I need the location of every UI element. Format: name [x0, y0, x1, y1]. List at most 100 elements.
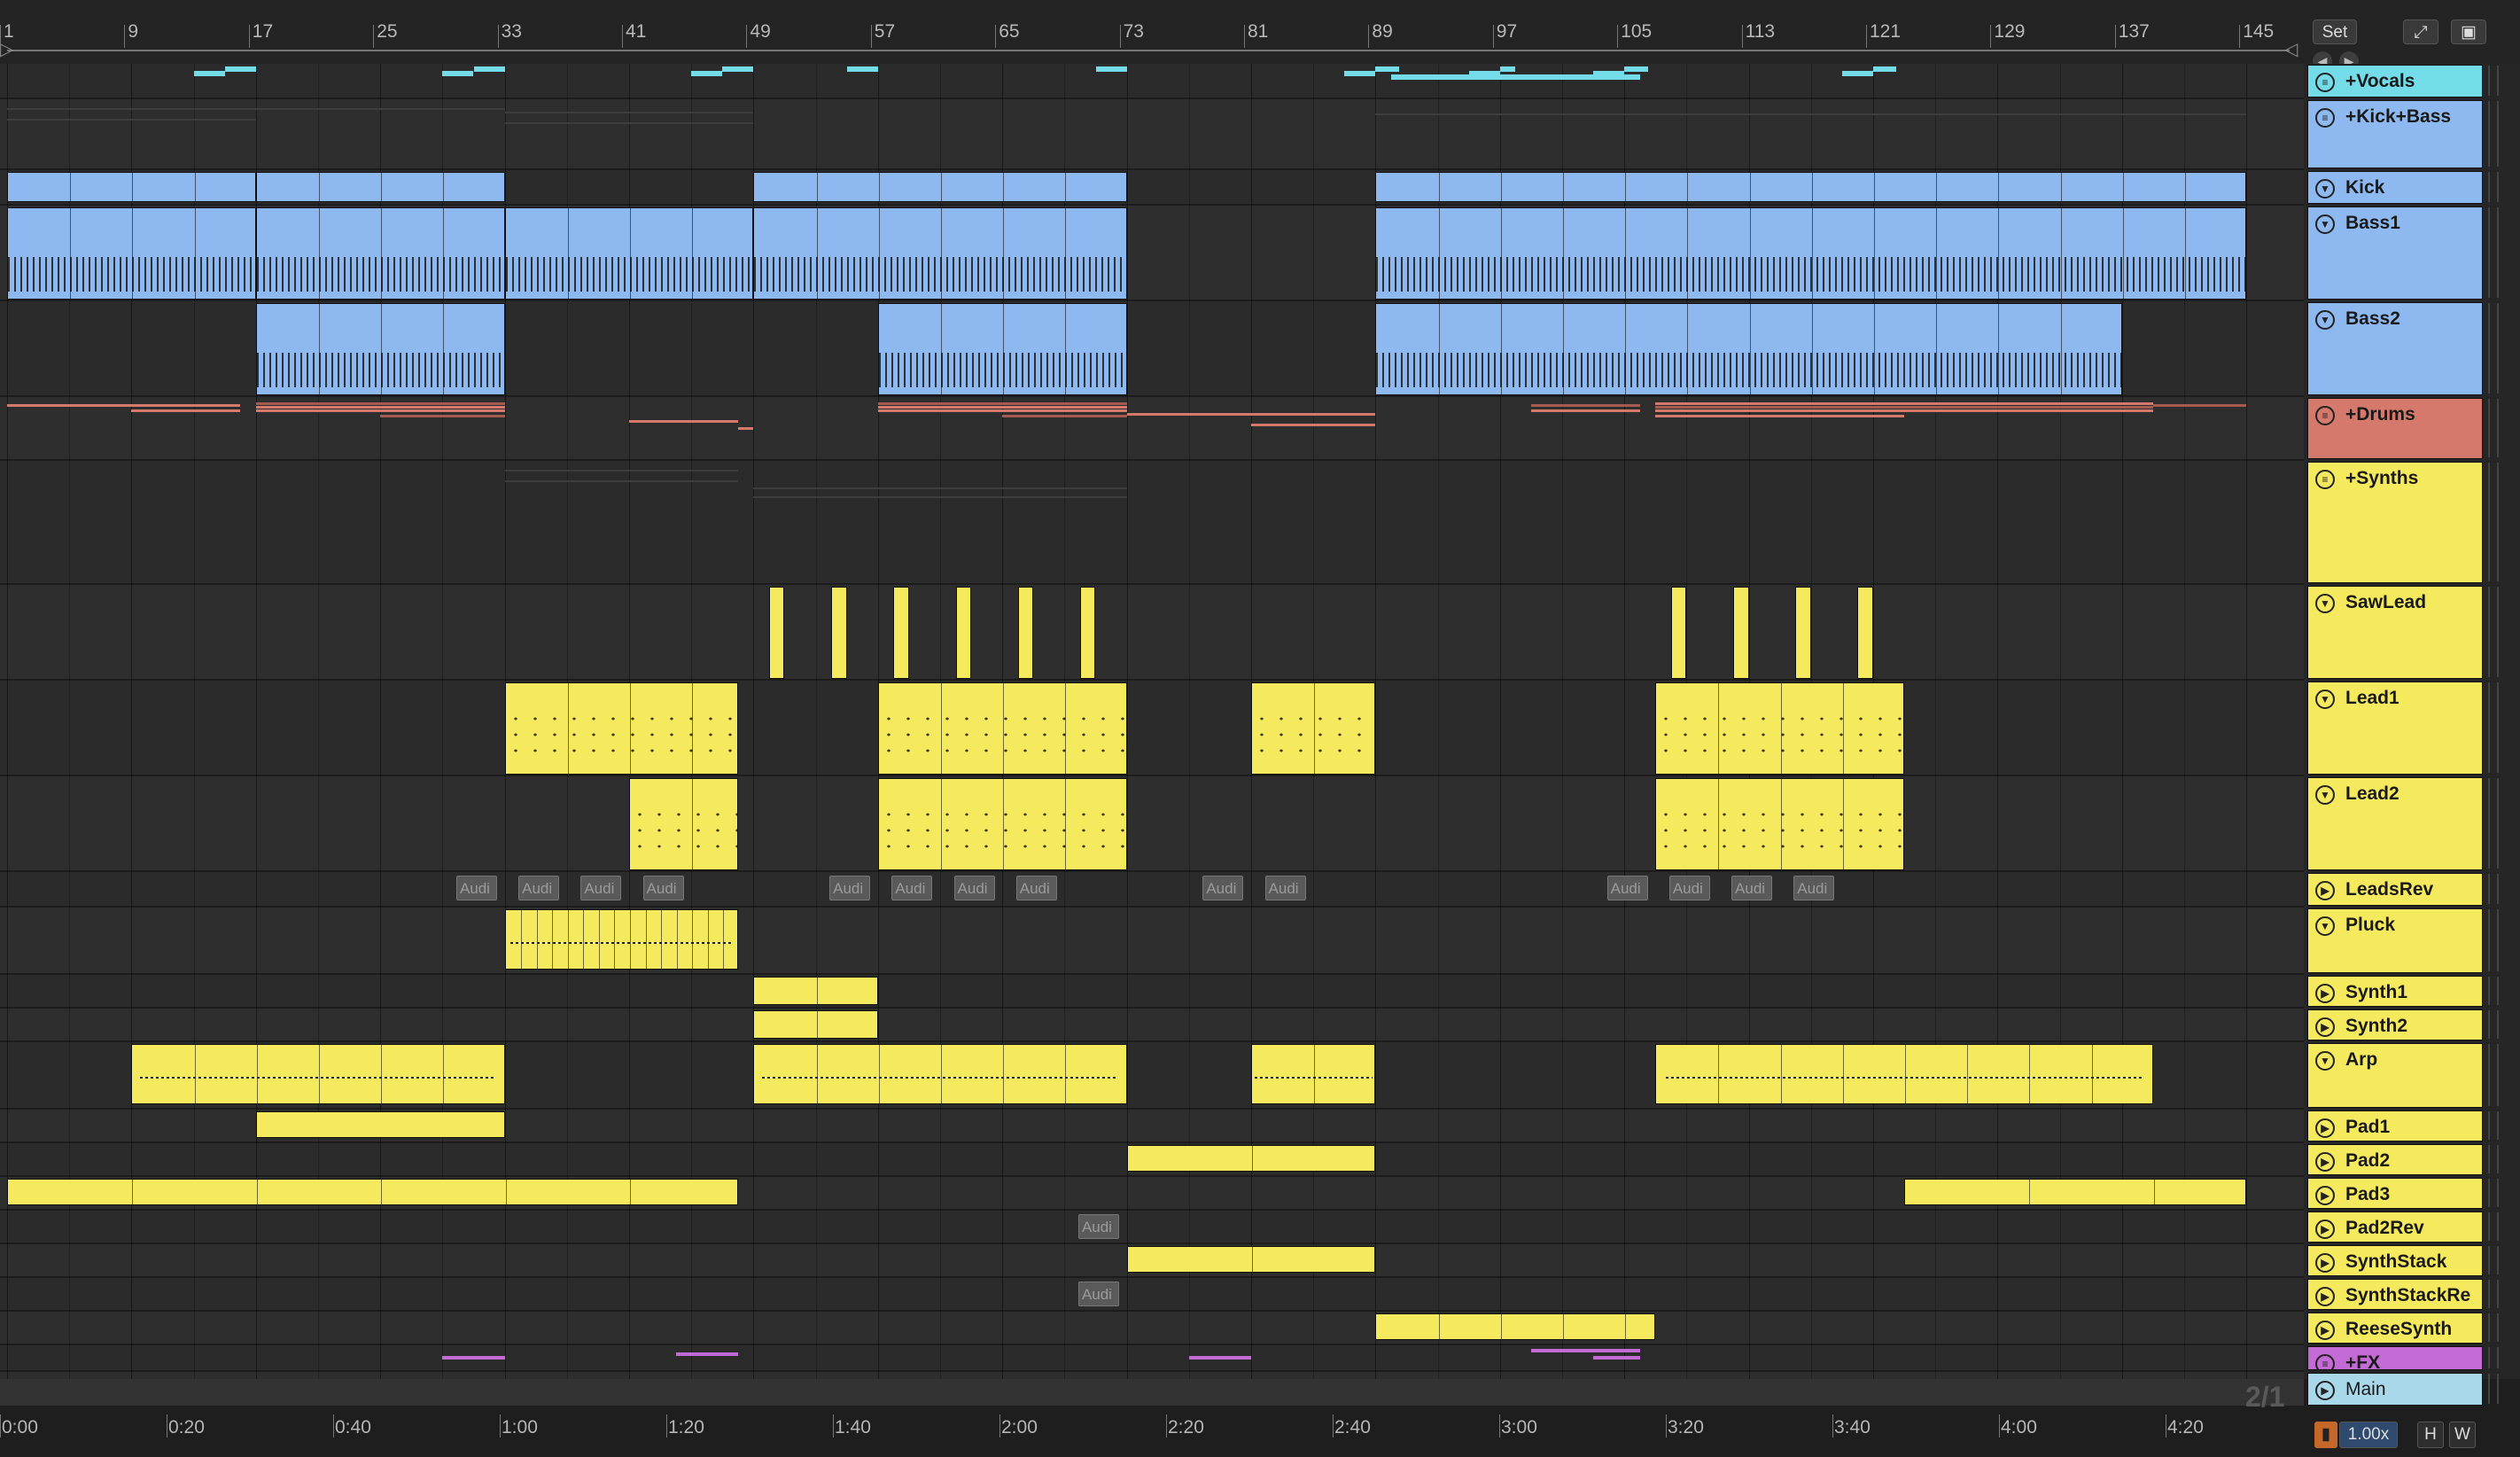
fx-clip[interactable] — [1593, 1356, 1640, 1360]
track-lane[interactable] — [0, 1345, 2304, 1372]
drum-clip[interactable] — [1655, 402, 2153, 405]
fx-clip[interactable] — [675, 1352, 738, 1356]
play-arrow-icon[interactable]: ▶ — [2315, 1219, 2335, 1239]
group-fold-icon[interactable]: ≡ — [2315, 1354, 2335, 1369]
clip[interactable] — [753, 1010, 878, 1039]
clip[interactable] — [504, 207, 754, 300]
clip[interactable] — [1079, 587, 1096, 679]
clip[interactable] — [7, 172, 256, 202]
fx-clip[interactable] — [1530, 1349, 1640, 1352]
track-lane[interactable] — [0, 776, 2304, 872]
play-arrow-icon[interactable]: ▶ — [2315, 984, 2335, 1003]
track-header[interactable]: ▶ Main — [2307, 1373, 2483, 1406]
audio-clip[interactable]: Audi — [580, 876, 622, 900]
audio-clip[interactable]: Audi — [1077, 1282, 1119, 1306]
track-header[interactable]: ≡ +Synths — [2307, 462, 2483, 583]
drum-clip[interactable] — [131, 409, 241, 412]
vocal-clip[interactable] — [473, 66, 505, 72]
track-header[interactable]: ▶ Synth2 — [2307, 1009, 2483, 1040]
clip[interactable] — [1733, 587, 1749, 679]
track-header[interactable]: ▶ SynthStack — [2307, 1245, 2483, 1276]
track-lane[interactable] — [0, 1312, 2304, 1345]
clip[interactable] — [877, 682, 1127, 775]
group-fold-icon[interactable]: ≡ — [2315, 108, 2335, 128]
fold-arrow-icon[interactable]: ▼ — [2315, 214, 2335, 234]
clip[interactable] — [1251, 1044, 1376, 1104]
vocal-clip[interactable] — [1841, 71, 1873, 76]
clip[interactable] — [629, 778, 738, 870]
track-lane[interactable] — [0, 1009, 2304, 1042]
audio-clip[interactable]: Audi — [1731, 876, 1773, 900]
audio-clip[interactable]: Audi — [455, 876, 497, 900]
track-header[interactable]: ≡ +Vocals — [2307, 65, 2483, 97]
arrangement-grid[interactable]: Audi Audi Audi Audi Audi Audi Audi Audi Audi Audi… — [0, 64, 2304, 1379]
clip[interactable] — [1375, 172, 2247, 202]
fold-arrow-icon[interactable]: ▼ — [2315, 690, 2335, 709]
audio-clip[interactable]: Audi — [1606, 876, 1648, 900]
vocal-clip[interactable] — [1344, 71, 1376, 76]
play-arrow-icon[interactable]: ▶ — [2315, 1321, 2335, 1340]
track-header[interactable]: ▼ Kick — [2307, 171, 2483, 204]
clip[interactable] — [1857, 587, 1873, 679]
h-toggle-button[interactable]: H — [2417, 1422, 2444, 1448]
drum-clip[interactable] — [1530, 409, 1640, 412]
clip[interactable] — [877, 303, 1127, 395]
track-lane[interactable] — [0, 1278, 2304, 1312]
audio-clip[interactable]: Audi — [1077, 1214, 1119, 1239]
drum-clip[interactable] — [255, 409, 505, 412]
clip[interactable] — [1375, 207, 2247, 300]
drum-clip[interactable] — [7, 404, 241, 407]
vocal-clip[interactable] — [1468, 71, 1500, 76]
group-fold-icon[interactable]: ≡ — [2315, 73, 2335, 92]
clip[interactable] — [753, 207, 1127, 300]
track-header[interactable]: ▶ Pad3 — [2307, 1178, 2483, 1209]
play-arrow-icon[interactable]: ▶ — [2315, 1253, 2335, 1273]
track-lane[interactable] — [0, 585, 2304, 681]
vocal-clip[interactable] — [1873, 66, 1897, 72]
clip[interactable] — [768, 587, 785, 679]
clip[interactable] — [504, 682, 738, 775]
track-header[interactable]: ▶ ReeseSynth — [2307, 1313, 2483, 1344]
track-lane[interactable] — [0, 64, 2304, 99]
clip[interactable] — [255, 1111, 505, 1138]
track-lane[interactable] — [0, 1372, 2304, 1379]
track-header[interactable]: ▶ Pad2Rev — [2307, 1212, 2483, 1243]
clip[interactable] — [255, 303, 505, 395]
beat-ruler[interactable]: ▷ ◁ 1 9 17 25 33 41 49 57 65 73 81 89 97 105 113 121 129… — [0, 0, 2304, 65]
clip[interactable] — [1251, 682, 1376, 775]
audio-clip[interactable]: Audi — [1015, 876, 1057, 900]
audio-clip[interactable]: Audi — [891, 876, 933, 900]
track-header[interactable]: ≡ +Kick+Bass — [2307, 100, 2483, 168]
track-header[interactable]: ≡ +FX — [2307, 1346, 2483, 1370]
drum-clip[interactable] — [1655, 415, 1905, 417]
vocal-clip[interactable] — [722, 66, 754, 72]
play-arrow-icon[interactable]: ▶ — [2315, 881, 2335, 900]
fold-arrow-icon[interactable]: ▼ — [2315, 785, 2335, 805]
drum-clip[interactable] — [1655, 406, 2153, 409]
clip[interactable] — [7, 207, 256, 300]
audio-clip[interactable]: Audi — [1202, 876, 1244, 900]
drum-clip[interactable] — [1251, 424, 1376, 426]
drum-clip[interactable] — [629, 420, 738, 423]
vocal-clip[interactable] — [1499, 66, 1516, 72]
w-toggle-button[interactable]: W — [2449, 1422, 2476, 1448]
clip[interactable] — [1670, 587, 1687, 679]
clip[interactable] — [753, 1044, 1127, 1104]
clip[interactable] — [893, 587, 909, 679]
clip[interactable] — [1904, 1179, 2247, 1205]
track-header[interactable]: ▶ Pad1 — [2307, 1110, 2483, 1141]
audio-clip[interactable]: Audi — [1668, 876, 1710, 900]
clip[interactable] — [131, 1044, 505, 1104]
set-button[interactable]: Set — [2313, 19, 2357, 44]
clip[interactable] — [877, 778, 1127, 870]
time-ruler[interactable]: 0:00 0:20 0:40 1:00 1:20 1:40 2:00 2:20 2:40 3:00… — [0, 1379, 2304, 1457]
fx-clip[interactable] — [1188, 1356, 1251, 1360]
clip[interactable] — [1795, 587, 1811, 679]
clip[interactable] — [1017, 587, 1034, 679]
track-header[interactable]: ▶ LeadsRev — [2307, 873, 2483, 906]
drum-clip[interactable] — [255, 402, 505, 405]
drum-clip[interactable] — [737, 427, 754, 430]
track-lane[interactable] — [0, 975, 2304, 1009]
clip[interactable] — [753, 977, 878, 1005]
track-lane[interactable] — [0, 1211, 2304, 1244]
